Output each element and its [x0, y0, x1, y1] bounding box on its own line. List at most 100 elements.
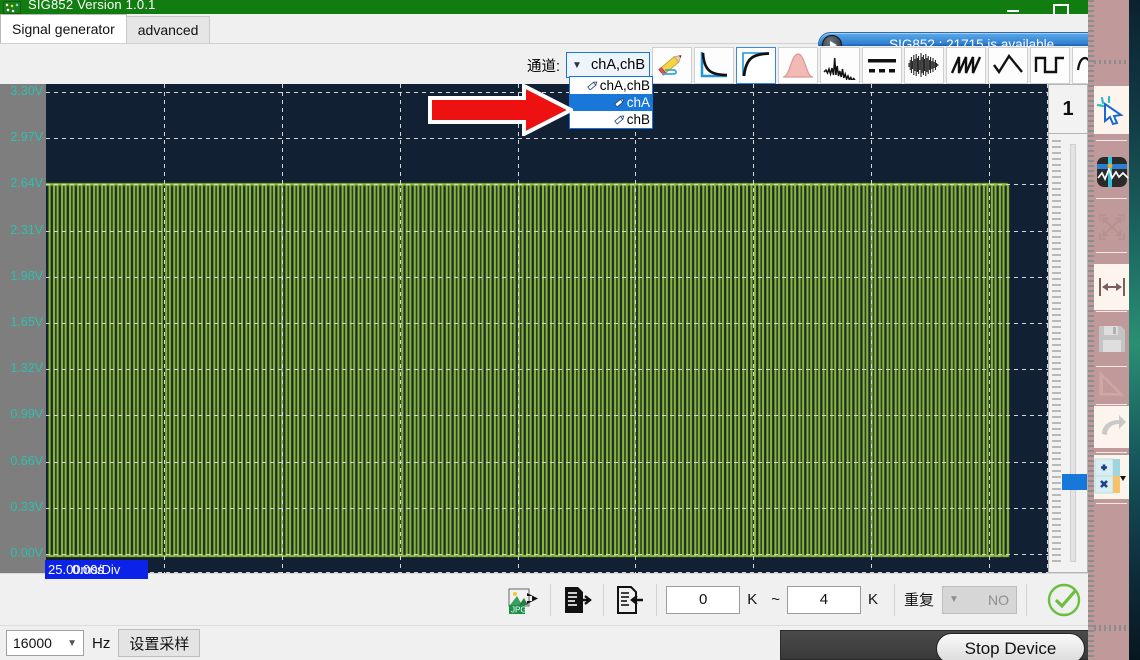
grid-line-vertical [753, 84, 754, 573]
oscilloscope-panel: 3.30V 2.97V 2.64V 2.31V 1.98V 1.65V 1.32V 0.99V… [0, 84, 1088, 573]
dropdown-option-chA[interactable]: chA [570, 94, 652, 111]
add-remove-icon[interactable] [1094, 455, 1129, 499]
waveform-plot[interactable] [46, 84, 1048, 573]
dropdown-option-chB[interactable]: chB [570, 111, 652, 128]
palette-divider [1096, 140, 1127, 141]
vertical-scale-slider[interactable] [1048, 134, 1088, 573]
export-jpg-icon[interactable]: JPG [507, 583, 541, 617]
repeat-label: 重复 [903, 592, 934, 609]
square-icon[interactable] [1030, 46, 1071, 84]
ruler-icon[interactable] [1094, 360, 1129, 404]
application-root: SIG852 Version 1.0.1 Signal generator ad… [0, 0, 1140, 660]
voltage-tick-label: 0.00V [10, 546, 43, 560]
grid-line-vertical [400, 84, 401, 573]
redo-icon[interactable] [1094, 406, 1129, 448]
exp-rise-icon[interactable] [736, 46, 777, 84]
channel-select-value: chA,chB [591, 57, 646, 73]
pencil-icon [586, 80, 598, 91]
grid-line-vertical [282, 84, 283, 573]
dropdown-option-label: chA [626, 95, 650, 110]
exp-decay-icon[interactable] [694, 46, 735, 84]
edit-waveform-icon[interactable] [652, 46, 693, 84]
voltage-tick-label: 3.30V [10, 84, 43, 98]
voltage-tick-label: 0.99V [10, 407, 43, 422]
tab-signal-generator[interactable]: Signal generator [0, 14, 127, 43]
title-bar: SIG852 Version 1.0.1 [0, 0, 1128, 19]
save-icon[interactable] [1094, 316, 1129, 362]
slider-thumb[interactable] [1062, 474, 1087, 490]
voltage-tick-label: 1.65V [10, 315, 43, 329]
channel-number-box[interactable]: 1 [1048, 84, 1088, 134]
dropdown-option-label: chB [626, 112, 650, 127]
triangle-icon[interactable] [988, 46, 1029, 84]
red-arrow-pointer [428, 84, 573, 136]
horizontal-pan-icon[interactable] [1094, 264, 1129, 310]
voltage-tick-label: 1.98V [10, 268, 43, 283]
app-dots-icon [3, 0, 21, 14]
grid-line-horizontal [46, 554, 1048, 555]
palette-divider [1096, 311, 1127, 312]
expand-arrows-icon[interactable] [1094, 206, 1129, 248]
toolbar-divider [550, 583, 552, 616]
voltage-tick-label: 2.97V [10, 130, 43, 145]
grid-line-horizontal [46, 184, 1048, 185]
channel-label: 通道: [527, 58, 561, 75]
palette-divider [1096, 252, 1127, 253]
slider-ticks [1052, 140, 1061, 565]
gaussian-icon[interactable] [778, 46, 819, 84]
tab-advanced[interactable]: advanced [125, 16, 211, 43]
dc-levels-icon[interactable] [862, 46, 903, 84]
palette-bottom-grip [1094, 625, 1129, 631]
grid-line-horizontal [46, 138, 1048, 139]
repeat-select[interactable]: ▼ NO [942, 585, 1017, 614]
dropdown-option-chA-chB[interactable]: chA,chB [570, 77, 652, 94]
svg-text:JPG: JPG [511, 605, 527, 614]
grid-line-horizontal [46, 508, 1048, 509]
toolbar-divider [603, 583, 605, 616]
impulse-noise-icon[interactable] [820, 46, 861, 84]
bottom-toolbar: JPG 0 K ~ 4 K 重复 ▼ NO [0, 573, 1088, 625]
grid-line-horizontal [46, 231, 1048, 232]
voltage-tick-label: 0.33V [10, 499, 43, 514]
time-origin-text: 0.00s [72, 562, 104, 577]
pencil-icon [613, 114, 625, 125]
sample-rate-unit: Hz [92, 634, 111, 652]
channel-dropdown-list[interactable]: chA,chB chA chB [569, 76, 653, 129]
voltage-tick-label: 2.64V [10, 176, 43, 191]
slider-track[interactable] [1070, 144, 1076, 562]
waveform-toolbar: 通道: ▼ chA,chB [0, 46, 1129, 84]
sawtooth-icon[interactable] [946, 46, 987, 84]
palette-divider [1096, 503, 1127, 504]
range-separator: ~ [771, 591, 780, 608]
cursor-select-icon[interactable] [1094, 86, 1129, 134]
chevron-down-icon: ▼ [572, 59, 582, 71]
waveform-view-icon[interactable] [1094, 150, 1129, 194]
grid-line-vertical [164, 84, 165, 573]
import-data-icon[interactable] [613, 583, 647, 617]
voltage-axis: 3.30V 2.97V 2.64V 2.31V 1.98V 1.65V 1.32V 0.99V… [0, 84, 46, 573]
set-sampling-button[interactable]: 设置采样 [118, 629, 201, 657]
repeat-select-value: NO [988, 591, 1009, 608]
right-tool-palette [1088, 0, 1129, 660]
minimize-icon[interactable] [990, 0, 1036, 14]
waveform-trace [46, 84, 1048, 573]
dropdown-option-label: chA,chB [599, 78, 650, 93]
range-end-input[interactable]: 4 [786, 585, 861, 614]
maximize-icon[interactable] [1036, 0, 1082, 19]
range-start-unit: K [747, 591, 758, 608]
export-data-icon[interactable] [560, 583, 594, 617]
grid-line-horizontal [46, 462, 1048, 463]
palette-grip[interactable] [1094, 60, 1129, 64]
toolbar-divider [656, 583, 658, 616]
range-start-input[interactable]: 0 [666, 585, 741, 614]
sample-rate-select[interactable]: 16000 ▼ [6, 630, 84, 656]
grid-line-vertical [871, 84, 872, 573]
grid-line-vertical [635, 84, 636, 573]
palette-divider [1096, 452, 1127, 453]
random-noise-icon[interactable] [904, 46, 945, 84]
toolbar-divider [1026, 583, 1027, 616]
stop-device-button[interactable]: Stop Device [936, 633, 1085, 660]
grid-line-horizontal [46, 277, 1048, 278]
channel-select[interactable]: ▼ chA,chB [566, 52, 651, 78]
check-circle-icon[interactable] [1044, 580, 1084, 620]
